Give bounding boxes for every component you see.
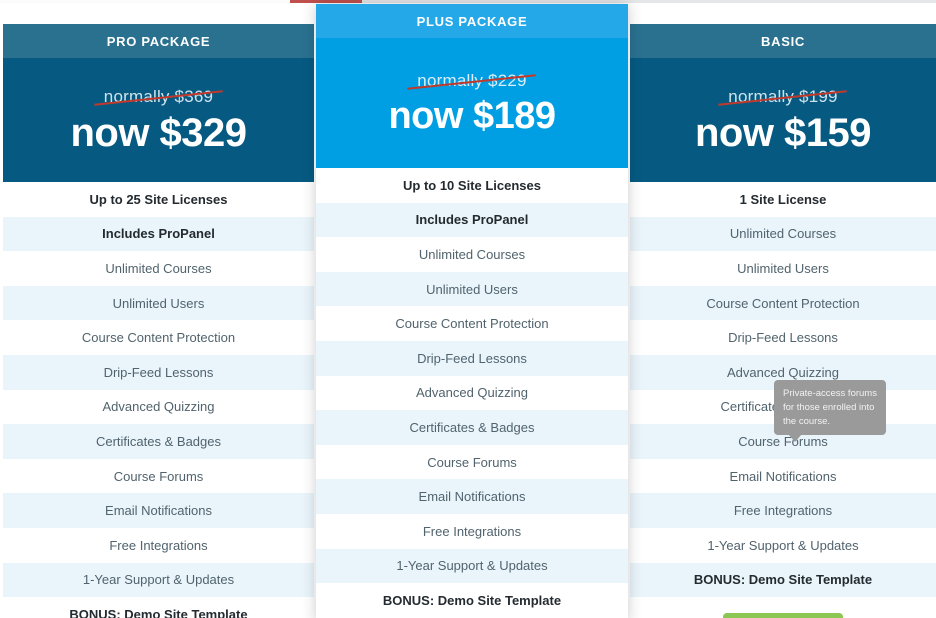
price-band-plus: normally $229 now $189 (316, 38, 628, 168)
feature-list-pro: Up to 25 Site Licenses Includes ProPanel… (3, 182, 314, 618)
new-price-basic: now $159 (694, 111, 872, 155)
cta-wrap-basic (630, 597, 936, 618)
feature-row[interactable]: Free Integrations (316, 513, 628, 549)
feature-row[interactable]: Up to 25 Site Licenses (3, 182, 314, 217)
feature-row[interactable]: Unlimited Courses (3, 251, 314, 286)
package-name-plus: PLUS PACKAGE (316, 4, 628, 38)
price-band-pro: normally $369 now $329 (3, 58, 314, 182)
feature-row-bonus[interactable]: BONUS: Demo Site Template (630, 562, 936, 598)
feature-row[interactable]: Up to 10 Site Licenses (316, 168, 628, 203)
buy-now-button-basic[interactable] (723, 613, 843, 618)
top-rule-accent (290, 0, 362, 3)
feature-row[interactable]: Drip-Feed Lessons (630, 320, 936, 355)
price-band-basic: normally $199 now $159 (630, 58, 936, 182)
feature-tooltip: Private-access forums for those enrolled… (774, 380, 886, 443)
feature-row[interactable]: Unlimited Users (316, 271, 628, 307)
old-price-pro: normally $369 (94, 87, 223, 107)
old-price-basic: normally $199 (718, 87, 848, 107)
feature-row[interactable]: Certificates & Badges (316, 410, 628, 445)
feature-row[interactable]: 1-Year Support & Updates (316, 548, 628, 584)
new-price-plus: now $189 (388, 95, 556, 137)
pricing-column-basic[interactable]: BASIC normally $199 now $159 1 Site Lice… (630, 24, 936, 618)
top-rule-right (362, 0, 936, 3)
feature-row[interactable]: Course Forums (3, 458, 314, 494)
pricing-column-pro[interactable]: PRO PACKAGE normally $369 now $329 Up to… (3, 24, 314, 618)
feature-row[interactable]: 1-Year Support & Updates (3, 562, 314, 598)
package-name-basic: BASIC (630, 24, 936, 58)
feature-row[interactable]: Free Integrations (3, 527, 314, 563)
feature-row[interactable]: Certificates & Badges (3, 424, 314, 459)
new-price-pro: now $329 (70, 111, 247, 155)
pricing-column-plus[interactable]: PLUS PACKAGE normally $229 now $189 Up t… (316, 4, 628, 618)
feature-row[interactable]: Email Notifications (3, 493, 314, 528)
feature-row[interactable]: Course Content Protection (316, 306, 628, 341)
feature-row[interactable]: Drip-Feed Lessons (3, 354, 314, 390)
feature-row[interactable]: Course Content Protection (3, 320, 314, 355)
feature-row[interactable]: Advanced Quizzing (316, 375, 628, 411)
feature-row[interactable]: Drip-Feed Lessons (316, 340, 628, 376)
feature-row[interactable]: Email Notifications (630, 458, 936, 494)
top-rule-left (0, 0, 290, 3)
old-price-plus: normally $229 (407, 71, 537, 91)
feature-row[interactable]: Includes ProPanel (316, 202, 628, 238)
feature-row[interactable]: Course Forums (316, 444, 628, 480)
feature-row[interactable]: Free Integrations (630, 493, 936, 528)
feature-row[interactable]: Unlimited Users (3, 285, 314, 321)
feature-row-bonus[interactable]: BONUS: Demo Site Template (3, 597, 314, 618)
feature-list-plus: Up to 10 Site Licenses Includes ProPanel… (316, 168, 628, 618)
feature-row[interactable]: Includes ProPanel (3, 216, 314, 252)
feature-row-bonus[interactable]: BONUS: Demo Site Template (316, 583, 628, 618)
feature-row[interactable]: 1-Year Support & Updates (630, 527, 936, 563)
feature-row[interactable]: 1 Site License (630, 182, 936, 217)
feature-row[interactable]: Unlimited Users (630, 251, 936, 286)
feature-row[interactable]: Email Notifications (316, 479, 628, 514)
package-name-pro: PRO PACKAGE (3, 24, 314, 58)
feature-row[interactable]: Unlimited Courses (316, 237, 628, 272)
feature-row[interactable]: Advanced Quizzing (3, 389, 314, 425)
feature-row[interactable]: Unlimited Courses (630, 216, 936, 252)
pricing-table-page: PRO PACKAGE normally $369 now $329 Up to… (0, 0, 936, 618)
tooltip-arrow-icon (788, 434, 802, 443)
feature-row[interactable]: Course Content Protection (630, 285, 936, 321)
tooltip-text: Private-access forums for those enrolled… (783, 388, 877, 427)
